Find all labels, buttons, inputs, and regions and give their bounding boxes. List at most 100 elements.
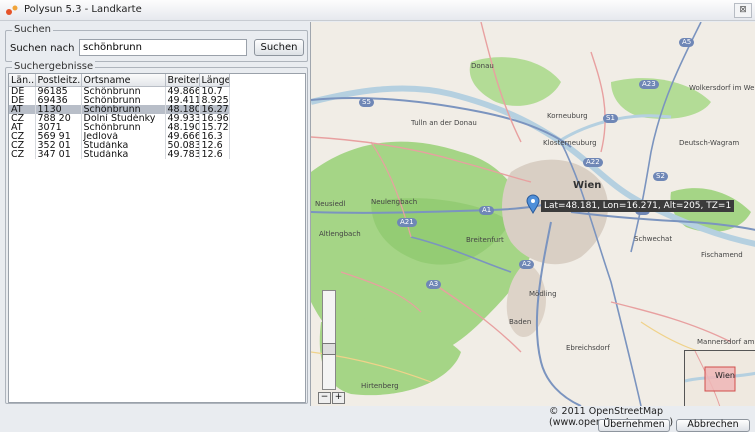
cell-postal-code: 788 20	[35, 114, 82, 123]
cell-postal-code: 569 91	[35, 132, 82, 141]
table-row[interactable]: CZ788 20Dolní Studénky49.933...16.966...	[9, 114, 230, 123]
cell-place-name: Studánka	[81, 150, 166, 159]
polysun-app-icon	[6, 5, 18, 15]
cell-latitude: 49.783...	[165, 150, 200, 159]
cell-country: DE	[9, 96, 36, 105]
cell-postal-code: 3071	[35, 123, 82, 132]
cell-country: CZ	[9, 150, 36, 159]
road-shield: A1	[479, 206, 495, 215]
map-city-label: Wien	[573, 180, 602, 191]
cell-latitude: 49.666...	[165, 132, 200, 141]
map-place-label: Tulln an der Donau	[411, 119, 477, 127]
map-place-label: Mannersdorf am Leithagebirge	[697, 338, 755, 346]
cell-country: CZ	[9, 141, 36, 150]
cell-place-name: Schönbrunn	[81, 105, 166, 114]
cell-latitude: 48.180...	[165, 105, 200, 114]
results-legend: Suchergebnisse	[12, 61, 96, 72]
cell-longitude: 8.92556	[199, 96, 230, 105]
cell-longitude: 12.6	[199, 150, 230, 159]
map-place-label: Baden	[509, 318, 532, 326]
cell-latitude: 48.190...	[165, 123, 200, 132]
cell-country: AT	[9, 105, 36, 114]
map-place-label: Neulengbach	[371, 198, 418, 206]
cell-place-name: Dolní Studénky	[81, 114, 166, 123]
cell-country: CZ	[9, 132, 36, 141]
column-header-postal-code[interactable]: Postleitz...	[35, 74, 82, 87]
cell-latitude: 49.8667	[165, 86, 200, 96]
cell-place-name: Schönbrunn	[81, 96, 166, 105]
cell-latitude: 49.933...	[165, 114, 200, 123]
search-group: Suchen Suchen nach Suchen	[5, 24, 308, 62]
zoom-out-button[interactable]: −	[318, 392, 331, 404]
cell-longitude: 16.966...	[199, 114, 230, 123]
location-pin-icon[interactable]	[526, 194, 540, 214]
map-place-label: Ebreichsdorf	[566, 344, 610, 352]
overview-map[interactable]: Wien	[684, 350, 755, 406]
table-row[interactable]: CZ347 01Studánka49.783...12.6	[9, 150, 230, 159]
road-shield: A2	[519, 260, 535, 269]
table-row[interactable]: DE96185Schönbrunn49.866710.7	[9, 86, 230, 96]
cell-country: AT	[9, 123, 36, 132]
table-row[interactable]: AT1130Schönbrunn48.180...16.271...	[9, 105, 230, 114]
overview-city-label: Wien	[715, 371, 735, 380]
cancel-button[interactable]: Abbrechen	[676, 419, 750, 432]
cell-postal-code: 69436	[35, 96, 82, 105]
cell-longitude: 16.3	[199, 132, 230, 141]
window-title: Polysun 5.3 - Landkarte	[24, 4, 142, 15]
road-shield: A3	[426, 280, 442, 289]
road-shield: A23	[639, 80, 659, 89]
table-row[interactable]: DE69436Schönbrunn49.41178.92556	[9, 96, 230, 105]
cell-latitude: 50.083...	[165, 141, 200, 150]
table-row[interactable]: CZ352 01Studánka50.083...12.6	[9, 141, 230, 150]
map-canvas[interactable]	[311, 22, 755, 406]
map-place-label: Breitenfurt	[466, 236, 504, 244]
results-table[interactable]: Län... Postleitz... Ortsname Breiten... …	[8, 73, 306, 403]
column-header-latitude[interactable]: Breiten...	[165, 74, 200, 87]
map-place-label: Deutsch-Wagram	[679, 139, 740, 147]
cell-longitude: 15.721...	[199, 123, 230, 132]
map-place-label: Klosterneuburg	[543, 139, 597, 147]
road-shield: S1	[603, 114, 618, 123]
map-place-label: Korneuburg	[547, 112, 588, 120]
map-place-label: Schwechat	[634, 235, 673, 243]
cell-place-name: Jedlová	[81, 132, 166, 141]
results-group: Suchergebnisse Län... Postleitz... Ortsn…	[5, 61, 308, 404]
map-place-label: Neusiedl	[315, 200, 346, 208]
cell-place-name: Schönbrunn	[81, 86, 166, 96]
search-label: Suchen nach	[10, 43, 75, 54]
cell-postal-code: 352 01	[35, 141, 82, 150]
map-place-label: Fischamend	[701, 251, 743, 259]
cell-country: DE	[9, 86, 36, 96]
column-header-country[interactable]: Län...	[9, 74, 36, 87]
cell-longitude: 16.271...	[199, 105, 230, 114]
zoom-slider-thumb[interactable]	[322, 343, 336, 355]
cell-postal-code: 347 01	[35, 150, 82, 159]
column-header-longitude[interactable]: Länge...	[199, 74, 230, 87]
zoom-in-button[interactable]: +	[332, 392, 345, 404]
column-header-place-name[interactable]: Ortsname	[81, 74, 166, 87]
coordinate-tooltip: Lat=48.181, Lon=16.271, Alt=205, TZ=1	[541, 200, 735, 212]
cell-country: CZ	[9, 114, 36, 123]
road-shield: A21	[397, 218, 417, 227]
map-place-label: Wolkersdorf im Weinviertel	[689, 84, 755, 92]
search-legend: Suchen	[12, 24, 54, 35]
table-row[interactable]: CZ569 91Jedlová49.666...16.3	[9, 132, 230, 141]
road-shield: S5	[359, 98, 374, 107]
cell-postal-code: 1130	[35, 105, 82, 114]
table-row[interactable]: AT3071Schönbrunn48.190...15.721...	[9, 123, 230, 132]
road-shield: A22	[583, 158, 603, 167]
search-input[interactable]	[79, 39, 247, 56]
map-view[interactable]: Neusiedl Tulln an der Donau Klosterneuburg…	[310, 22, 755, 406]
table-header-row: Län... Postleitz... Ortsname Breiten... …	[9, 74, 230, 87]
cell-place-name: Schönbrunn	[81, 123, 166, 132]
map-place-label: Hirtenberg	[361, 382, 399, 390]
map-place-label: Mödling	[529, 290, 557, 298]
road-shield: A5	[679, 38, 695, 47]
apply-button[interactable]: Übernehmen	[598, 419, 670, 432]
map-place-label: Altlengbach	[319, 230, 361, 238]
road-shield: S2	[653, 172, 668, 181]
search-button[interactable]: Suchen	[254, 39, 304, 56]
zoom-slider[interactable]	[322, 290, 336, 390]
close-icon[interactable]: ⊠	[734, 3, 752, 18]
cell-longitude: 12.6	[199, 141, 230, 150]
